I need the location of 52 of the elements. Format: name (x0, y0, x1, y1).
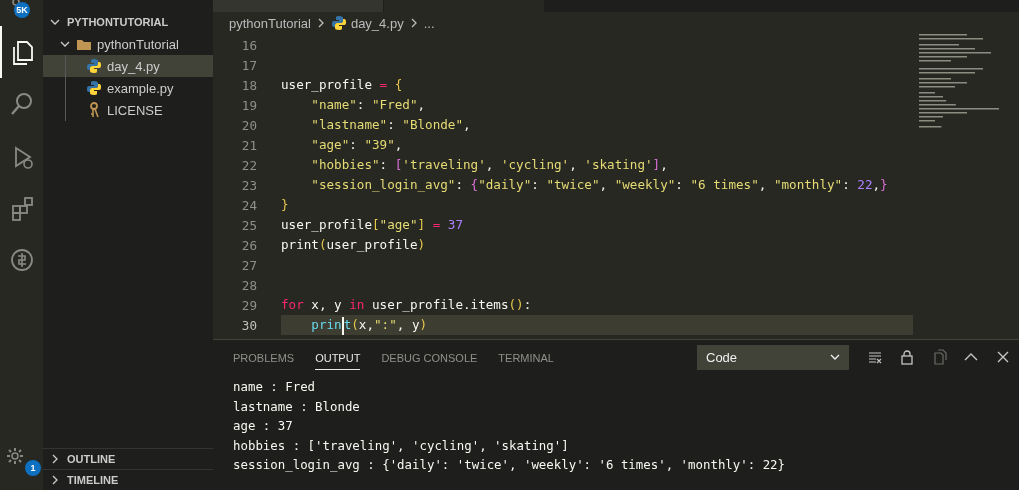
line-number: 18 (240, 77, 258, 93)
line-number: 20 (240, 117, 258, 133)
line-number: 26 (240, 237, 258, 253)
folder-item[interactable]: pythonTutorial (43, 33, 213, 55)
panel-tab[interactable]: OUTPUT (315, 344, 361, 371)
line-number: 24 (240, 197, 258, 213)
file-item[interactable]: example.py (43, 77, 213, 99)
line-number: 16 (240, 37, 258, 53)
output-line: name : Fred (233, 378, 317, 397)
panel-tab[interactable]: PROBLEMS (233, 344, 295, 371)
line-number: 23 (240, 177, 258, 193)
explorer-title: PYTHONTUTORIAL (67, 16, 169, 28)
code-line: print(user_profile) (281, 236, 427, 254)
notification-badge: 5K (14, 2, 30, 18)
python-file-icon (330, 15, 347, 31)
code-line: } (281, 196, 290, 214)
line-number: 29 (240, 297, 258, 313)
output-line: age : 37 (233, 417, 294, 436)
notification-badge: 1 (25, 460, 41, 476)
code-line: "name": "Fred", (310, 96, 427, 114)
code-line: for x, y in user_profile.items(): (281, 296, 533, 314)
panel-tab[interactable]: TERMINAL (498, 344, 554, 371)
code-line: "lastname": "Blonde", (310, 116, 472, 134)
breadcrumb-item[interactable]: day_4.py (350, 15, 404, 31)
python-file-icon (86, 58, 102, 74)
line-number: 21 (240, 137, 258, 153)
line-number: 22 (240, 157, 258, 173)
line-number: 17 (240, 57, 258, 73)
code-line: user_profile["age"] = 37 (281, 216, 465, 234)
text-cursor (341, 316, 344, 335)
code-line: user_profile = { (281, 76, 404, 94)
clear-output-icon[interactable] (867, 349, 883, 366)
file-item[interactable]: day_4.py (43, 55, 213, 77)
output-channel-dropdown[interactable]: Code (697, 344, 849, 370)
code-line: "hobbies": ['traveling', 'cycling', 'skating'], (310, 156, 669, 174)
panel-tab[interactable]: DEBUG CONSOLE (381, 344, 478, 371)
file-item[interactable]: LICENSE (43, 99, 213, 121)
folder-icon (76, 37, 92, 51)
output-line: session_login_avg : {'daily': 'twice', 'weekly': '6 times', 'monthly': 22} (233, 456, 787, 475)
lock-icon[interactable] (899, 349, 915, 366)
line-number: 19 (240, 97, 258, 113)
breadcrumb-item[interactable]: ... (423, 15, 435, 31)
line-number: 27 (240, 257, 258, 273)
line-number: 25 (240, 217, 258, 233)
code-line: "session_login_avg": {"daily": "twice", "weekly": "6 times", "monthly": 22,} (310, 176, 889, 194)
line-number: 30 (240, 317, 258, 333)
output-line: hobbies : ['traveling', 'cycling', 'skating'] (233, 436, 570, 455)
output-line: lastname : Blonde (233, 397, 361, 416)
python-file-icon (86, 80, 102, 96)
line-number: 28 (240, 277, 258, 293)
breadcrumb-item[interactable]: pythonTutorial (229, 15, 311, 31)
code-line: "age": "39", (310, 136, 404, 154)
